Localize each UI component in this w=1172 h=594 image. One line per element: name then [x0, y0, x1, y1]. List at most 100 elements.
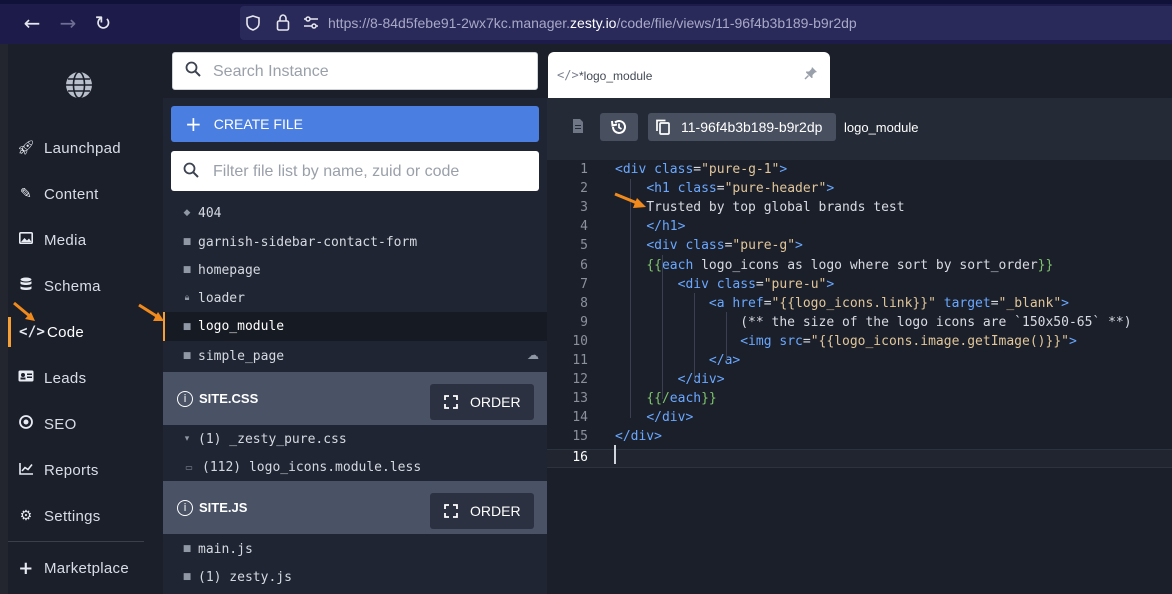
- window-edge: [0, 44, 8, 594]
- code-icon: </>: [557, 68, 579, 82]
- site-js-title: SITE.JS: [199, 500, 248, 515]
- sidebar-item-media[interactable]: Media: [8, 225, 148, 255]
- file-icon: ■: [182, 351, 192, 361]
- create-file-button[interactable]: + CREATE FILE: [171, 106, 539, 142]
- sidebar-item-seo[interactable]: SEO: [8, 409, 148, 439]
- app-root: ← → ↻ https://8-84d5febe91-2wx7kc.manage…: [0, 0, 1172, 594]
- text-cursor: [614, 445, 616, 464]
- search-instance-placeholder: Search Instance: [213, 63, 329, 80]
- file-item-simple-page[interactable]: ■ simple_page ☁: [163, 342, 547, 370]
- file-item-404[interactable]: ◆ 404: [163, 199, 547, 227]
- copy-zuid-button[interactable]: 11-96f4b3b189-b9r2dp: [648, 113, 836, 141]
- code-line[interactable]: 9 (** the size of the logo icons are `15…: [547, 315, 1172, 334]
- info-icon[interactable]: i: [177, 390, 193, 407]
- info-icon[interactable]: i: [177, 499, 193, 516]
- back-arrow-icon[interactable]: ←: [21, 12, 43, 34]
- code-line[interactable]: 7 <div class="pure-u">: [547, 277, 1172, 296]
- code-line[interactable]: 15 </div>: [547, 429, 1172, 448]
- code-line[interactable]: 10 <img src="{{logo_icons.image.getImage…: [547, 334, 1172, 353]
- sidebar-item-marketplace[interactable]: + Marketplace: [8, 553, 148, 583]
- code-text: <a href="{{logo_icons.link}}" target="_b…: [708, 295, 1069, 311]
- code-line[interactable]: 1 <div class="pure-g-1">: [547, 162, 1172, 181]
- site-css-header: i SITE.CSS ORDER: [163, 372, 547, 425]
- site-permissions-icon[interactable]: [303, 16, 319, 30]
- code-line[interactable]: 6 {{each logo_icons as logo where sort b…: [547, 258, 1172, 277]
- pin-icon[interactable]: [804, 66, 818, 80]
- chart-icon: [16, 462, 36, 479]
- lock-icon: [276, 14, 290, 31]
- sidebar-item-label: Settings: [44, 507, 101, 525]
- target-icon: [16, 415, 36, 433]
- editor-file-name: logo_module: [844, 120, 919, 135]
- address-bar[interactable]: https://8-84d5febe91-2wx7kc.manager.zest…: [240, 6, 1172, 40]
- browser-top-line: [0, 0, 1172, 4]
- code-line[interactable]: 11 </a>: [547, 353, 1172, 372]
- js-order-button[interactable]: ORDER: [430, 493, 534, 529]
- forward-arrow-icon[interactable]: →: [57, 12, 79, 34]
- code-text: </a>: [708, 353, 741, 368]
- line-number: 7: [580, 276, 588, 292]
- code-text: Trusted by top global brands test: [615, 200, 905, 216]
- file-icon: ■: [182, 265, 192, 275]
- file-name: (112) logo_icons.module.less: [202, 459, 422, 475]
- file-item-logo-icons-module-less[interactable]: ▭ (112) logo_icons.module.less: [163, 453, 547, 481]
- file-name: main.js: [198, 541, 253, 557]
- line-number: 16: [572, 449, 588, 465]
- browser-toolbar: ← → ↻ https://8-84d5febe91-2wx7kc.manage…: [0, 0, 1172, 44]
- css-order-button[interactable]: ORDER: [430, 384, 534, 420]
- code-line[interactable]: 5 <div class="pure-g">: [547, 238, 1172, 257]
- file-item-garnish-sidebar-contact-form[interactable]: ■ garnish-sidebar-contact-form: [163, 228, 547, 256]
- file-item-loader[interactable]: 🔒︎ loader: [163, 284, 547, 312]
- sidebar-item-content[interactable]: ✎ Content: [8, 179, 148, 209]
- code-text: </div>: [646, 410, 694, 426]
- sidebar-item-label: SEO: [44, 415, 77, 433]
- tab-logo-module[interactable]: </> *logo_module: [548, 52, 830, 98]
- code-line[interactable]: 16: [547, 448, 1172, 468]
- line-number: 12: [572, 372, 588, 388]
- plus-icon: +: [18, 557, 34, 579]
- line-number: 6: [580, 257, 588, 273]
- sidebar-item-schema[interactable]: Schema: [8, 271, 148, 301]
- line-number: 9: [580, 314, 588, 330]
- line-number: 14: [572, 410, 588, 426]
- lock-file-icon: 🔒︎: [184, 293, 190, 303]
- search-instance-input[interactable]: Search Instance: [172, 52, 538, 90]
- file-name: (1) zesty.js: [198, 569, 292, 585]
- sidebar-item-leads[interactable]: Leads: [8, 363, 148, 393]
- history-button[interactable]: [600, 113, 638, 141]
- line-number: 8: [580, 295, 588, 311]
- url-text[interactable]: https://8-84d5febe91-2wx7kc.manager.zest…: [328, 15, 857, 31]
- sidebar-item-settings[interactable]: ⚙ Settings: [8, 501, 148, 531]
- sidebar-item-reports[interactable]: Reports: [8, 455, 148, 485]
- globe-icon[interactable]: [64, 70, 94, 100]
- code-text: <img src="{{logo_icons.image.getImage()}…: [740, 333, 1077, 349]
- file-item-homepage[interactable]: ■ homepage: [163, 256, 547, 284]
- code-text: </div>: [615, 429, 662, 445]
- line-number: 1: [580, 162, 588, 177]
- reload-icon[interactable]: ↻: [92, 12, 114, 34]
- sidebar-item-label: Content: [44, 185, 99, 203]
- code-line[interactable]: 12 </div>: [547, 372, 1172, 391]
- sidebar-item-launchpad[interactable]: 🚀︎ Launchpad: [8, 133, 148, 163]
- code-line[interactable]: 13 {{/each}}: [547, 391, 1172, 410]
- file-icon: ■: [182, 544, 192, 554]
- code-line[interactable]: 14 </div>: [547, 410, 1172, 429]
- expand-icon: [444, 395, 458, 409]
- file-item-zesty-js[interactable]: ■ (1) zesty.js: [163, 563, 547, 591]
- sidebar-item-label: Schema: [44, 277, 101, 295]
- code-line[interactable]: 8 <a href="{{logo_icons.link}}" target="…: [547, 296, 1172, 315]
- line-number: 4: [580, 219, 588, 235]
- link-file-icon: ◆: [183, 208, 191, 218]
- file-item-logo-module[interactable]: ■ logo_module: [163, 312, 547, 341]
- file-item-zesty-pure-css[interactable]: ▾ (1) _zesty_pure.css: [163, 425, 547, 453]
- code-text: <div class="pure-g-1">: [615, 162, 788, 177]
- file-filter-input[interactable]: Filter file list by name, zuid or code: [171, 151, 539, 191]
- file-name: logo_module: [198, 319, 285, 334]
- code-text: <div class="pure-g">: [646, 238, 803, 254]
- image-icon: [16, 232, 36, 248]
- file-item-main-js[interactable]: ■ main.js: [163, 535, 547, 563]
- code-line[interactable]: 4 </h1>: [547, 219, 1172, 238]
- cloud-upload-icon[interactable]: ☁: [527, 348, 539, 362]
- line-number: 11: [572, 353, 588, 368]
- file-name: garnish-sidebar-contact-form: [198, 234, 418, 250]
